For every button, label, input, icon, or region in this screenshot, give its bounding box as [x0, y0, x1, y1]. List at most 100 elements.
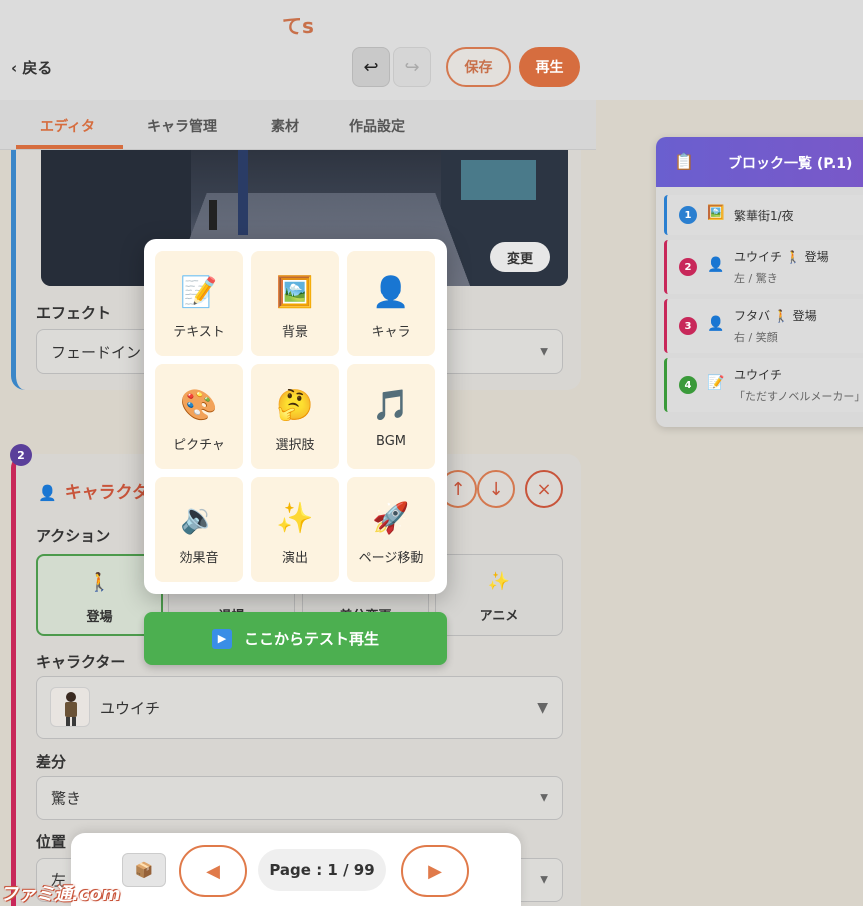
effect-label: エフェクト — [36, 304, 112, 322]
picker-item-label: 演出 — [281, 551, 308, 566]
editor-tabs: エディタ キャラ管理 素材 作品設定 — [0, 100, 596, 150]
picker-item-label: テキスト — [173, 325, 225, 340]
action-enter-label: 登場 — [86, 610, 113, 625]
variant-select-value: 驚き — [51, 789, 82, 808]
active-tab-indicator — [16, 145, 123, 149]
action-label: アクション — [36, 527, 111, 545]
block-list-item[interactable]: 2 👤 ユウイチ 🚶 登場 左 / 驚き — [664, 240, 863, 294]
palette-icon: 🎨 — [180, 388, 218, 423]
picker-page-jump-button[interactable]: 🚀 ページ移動 — [347, 477, 435, 582]
page-menu-button[interactable]: 📦 — [122, 853, 166, 887]
play-icon: ▶ — [211, 628, 232, 649]
box-icon: 📦 — [134, 861, 154, 879]
picker-item-label: ページ移動 — [358, 551, 424, 566]
character-block-title-text: キャラクタ — [64, 483, 150, 503]
speaker-icon: 🔉 — [180, 501, 218, 536]
block-list-item-number: 3 — [679, 317, 697, 335]
block-list-item-subtext: 右 / 笑顔 — [734, 331, 778, 344]
arrow-right-icon: ▶ — [428, 860, 442, 882]
test-play-from-here-button[interactable]: ▶ ここからテスト再生 — [144, 612, 447, 665]
page-navigator: 📦 ◀ Page : 1 / 99 ▶ — [71, 833, 521, 906]
image-icon: 🖼️ — [276, 275, 314, 310]
chevron-down-icon: ▼ — [540, 874, 548, 886]
tab-editor[interactable]: エディタ — [40, 116, 95, 136]
block-number-badge: 2 — [10, 444, 32, 466]
action-anime-label: アニメ — [479, 609, 519, 624]
block-list-item[interactable]: 3 👤 フタバ 🚶 登場 右 / 笑顔 — [664, 299, 863, 353]
play-button[interactable]: 再生 — [519, 47, 580, 87]
block-list-item-text: 繁華街1/夜 — [734, 209, 794, 223]
back-button[interactable]: ‹ 戻る — [11, 57, 52, 78]
clipboard-icon: 📋 — [674, 152, 694, 171]
block-list-header: 📋 ブロック一覧 (P.1) — [656, 137, 863, 187]
tab-assets[interactable]: 素材 — [271, 116, 299, 136]
user-icon: 👤 — [707, 316, 725, 332]
chevron-down-icon: ▼ — [540, 792, 548, 804]
chevron-down-icon: ▼ — [540, 346, 548, 357]
picker-effect-button[interactable]: ✨ 演出 — [251, 477, 339, 582]
block-list-item-text: フタバ 🚶 登場 — [734, 309, 817, 323]
previous-page-button[interactable]: ◀ — [179, 845, 247, 897]
memo-icon: 📝 — [180, 275, 218, 310]
app-header: てs ‹ 戻る ↩ ↪ 保存 再生 — [0, 0, 863, 100]
action-anime-button[interactable]: ✨ アニメ — [435, 554, 563, 636]
thinking-face-icon: 🤔 — [276, 388, 314, 423]
picker-background-button[interactable]: 🖼️ 背景 — [251, 251, 339, 356]
arrow-up-icon: ↑ — [450, 478, 466, 500]
block-list-item[interactable]: 1 🖼️ 繁華街1/夜 — [664, 195, 863, 235]
redo-button[interactable]: ↪ — [393, 47, 431, 87]
sparkles-icon: ✨ — [487, 571, 511, 592]
tab-work-settings[interactable]: 作品設定 — [349, 116, 405, 136]
effect-select-value: フェードイン — [51, 343, 142, 361]
app-title: てs — [282, 14, 314, 38]
character-icon: 👤 — [38, 484, 57, 502]
picker-item-label: キャラ — [371, 325, 411, 340]
variant-label: 差分 — [36, 753, 67, 771]
block-list-item-subtext: 「ただすノベルメーカー」 — [734, 390, 863, 403]
character-label: キャラクター — [36, 653, 126, 671]
undo-icon: ↩ — [363, 56, 379, 78]
block-list-item-text: ユウイチ — [734, 368, 783, 382]
walking-icon: 🚶 — [88, 572, 111, 593]
picker-bgm-button[interactable]: 🎵 BGM — [347, 364, 435, 469]
picker-sound-effect-button[interactable]: 🔉 効果音 — [155, 477, 243, 582]
block-list-item-text: ユウイチ 🚶 登場 — [734, 250, 829, 264]
block-list-item-number: 4 — [679, 376, 697, 394]
chevron-down-icon: ▼ — [537, 699, 548, 716]
character-select-value: ユウイチ — [100, 699, 161, 717]
sparkles-icon: ✨ — [276, 501, 314, 536]
music-note-icon: 🎵 — [372, 388, 410, 423]
picker-choice-button[interactable]: 🤔 選択肢 — [251, 364, 339, 469]
block-type-picker: 📝 テキスト 🖼️ 背景 👤 キャラ 🎨 ピクチャ 🤔 選択肢 🎵 BGM 🔉 … — [144, 239, 447, 594]
memo-icon: 📝 — [707, 375, 725, 391]
picker-character-button[interactable]: 👤 キャラ — [347, 251, 435, 356]
block-list-item-number: 2 — [679, 258, 697, 276]
picker-text-button[interactable]: 📝 テキスト — [155, 251, 243, 356]
save-button[interactable]: 保存 — [446, 47, 511, 87]
block-list-item[interactable]: 4 📝 ユウイチ 「ただすノベルメーカー」 — [664, 358, 863, 412]
picker-item-label: BGM — [376, 434, 406, 449]
picker-picture-button[interactable]: 🎨 ピクチャ — [155, 364, 243, 469]
picker-item-label: ピクチャ — [173, 438, 225, 453]
move-down-button[interactable]: ↓ — [477, 470, 515, 508]
next-page-button[interactable]: ▶ — [401, 845, 469, 897]
variant-select[interactable]: 驚き ▼ — [36, 776, 563, 820]
site-watermark: ファミ通.com — [0, 884, 121, 905]
arrow-left-icon: ◀ — [206, 860, 220, 882]
close-icon: × — [536, 478, 552, 500]
undo-button[interactable]: ↩ — [352, 47, 390, 87]
picker-item-label: 効果音 — [179, 551, 219, 566]
user-icon: 👤 — [707, 257, 725, 273]
rocket-icon: 🚀 — [372, 501, 410, 536]
tab-character-management[interactable]: キャラ管理 — [147, 116, 217, 136]
arrow-down-icon: ↓ — [488, 478, 504, 500]
change-background-button[interactable]: 変更 — [490, 242, 550, 272]
image-icon: 🖼️ — [707, 205, 725, 221]
delete-block-button[interactable]: × — [525, 470, 563, 508]
block-list-item-subtext: 左 / 驚き — [734, 272, 778, 285]
picker-item-label: 選択肢 — [275, 438, 315, 453]
block-list-title: ブロック一覧 (P.1) — [728, 156, 853, 172]
picker-item-label: 背景 — [281, 325, 308, 340]
position-label: 位置 — [36, 833, 67, 851]
character-select[interactable]: ユウイチ ▼ — [36, 676, 563, 739]
